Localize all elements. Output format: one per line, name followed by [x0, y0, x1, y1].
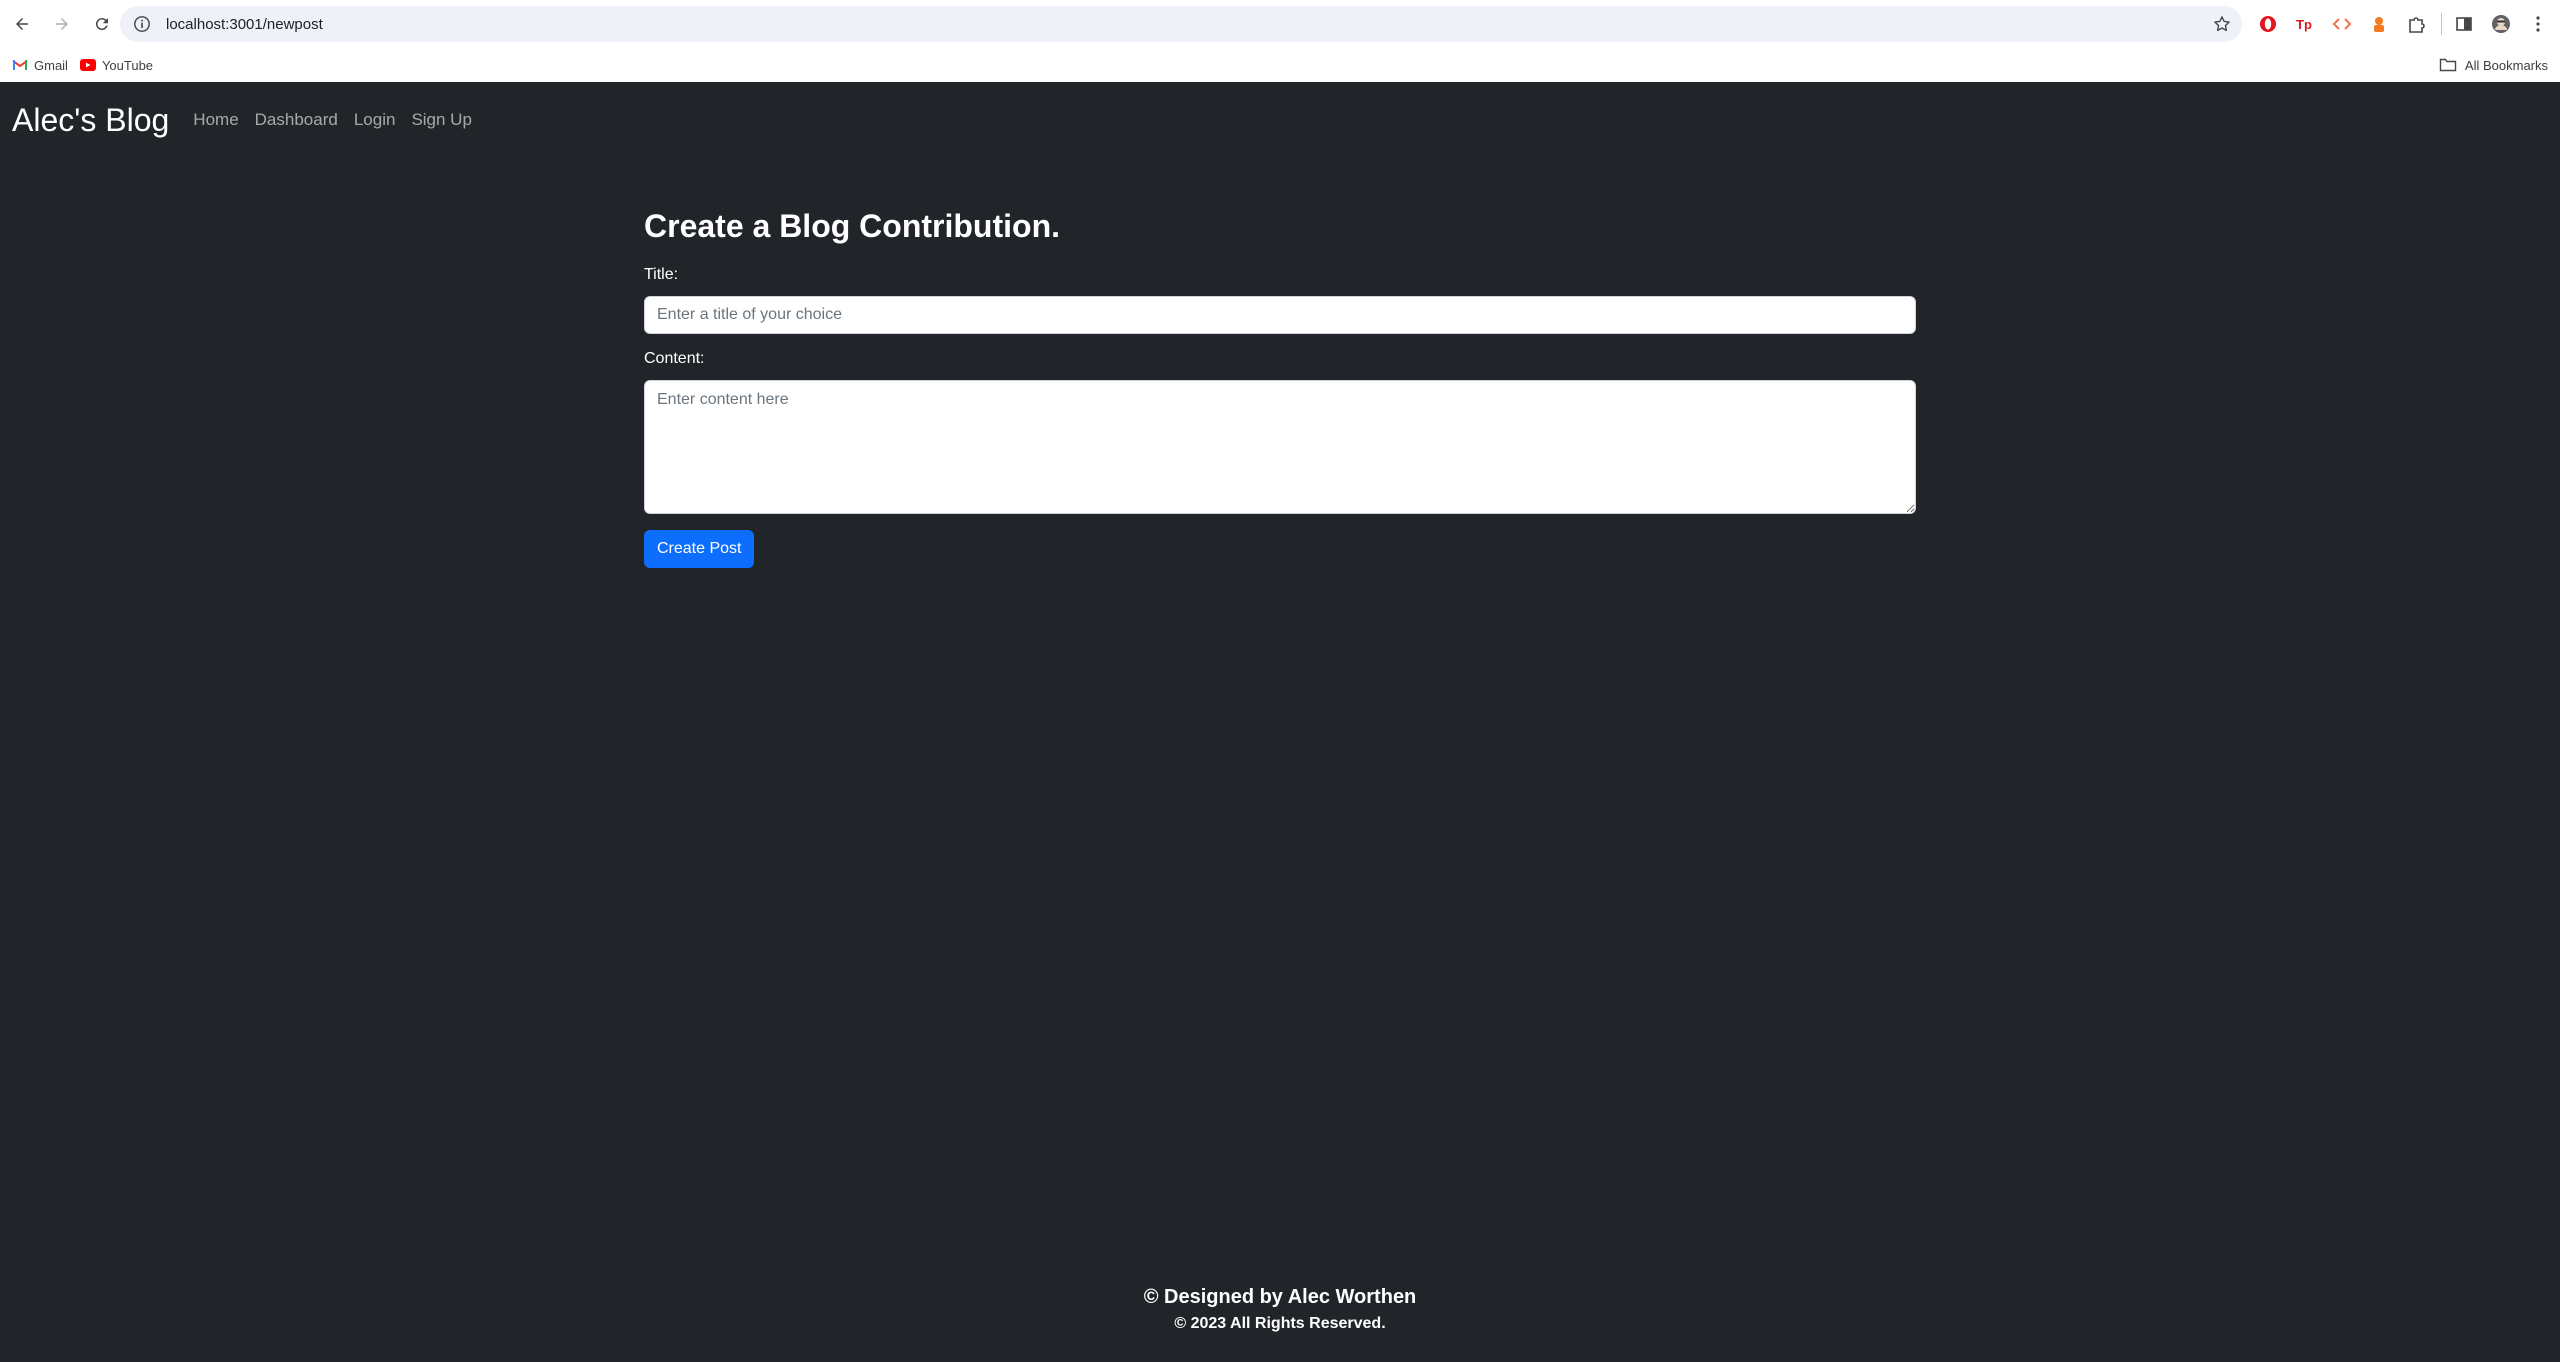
profile-avatar[interactable]	[2487, 10, 2515, 38]
bookmark-gmail[interactable]: Gmail	[12, 58, 68, 73]
puzzle-icon[interactable]	[2402, 10, 2430, 38]
site-info-icon[interactable]	[132, 14, 152, 34]
bookmarks-bar: Gmail YouTube All Bookmarks	[0, 48, 2560, 82]
reload-icon	[95, 18, 108, 31]
code-extension-icon[interactable]	[2328, 10, 2356, 38]
toolbar-separator	[2441, 13, 2442, 35]
bookmark-label: YouTube	[101, 57, 154, 73]
content-textarea[interactable]	[644, 380, 1916, 514]
content-label: Content:	[644, 350, 705, 367]
nav-link-signup[interactable]: Sign Up	[411, 110, 471, 130]
browser-menu-icon[interactable]	[2524, 10, 2552, 38]
all-bookmarks[interactable]: All Bookmarks	[2439, 57, 2548, 73]
address-bar[interactable]: localhost:3001/newpost	[120, 6, 2242, 42]
back-arrow-icon	[16, 18, 28, 30]
site-navbar: Alec's Blog Home Dashboard Login Sign Up	[0, 82, 2560, 158]
new-post-form: Create a Blog Contribution. Title: Conte…	[644, 204, 1916, 568]
nav-link-dashboard[interactable]: Dashboard	[255, 110, 338, 130]
svg-text:Tp: Tp	[2296, 17, 2312, 32]
reload-button[interactable]	[84, 6, 120, 42]
all-bookmarks-label: All Bookmarks	[2464, 57, 2548, 73]
create-post-button[interactable]: Create Post	[644, 530, 755, 568]
page-title: Create a Blog Contribution.	[644, 208, 1060, 244]
site-footer: © Designed by Alec Worthen © 2023 All Ri…	[0, 1282, 2560, 1336]
forward-button[interactable]	[44, 6, 80, 42]
extensions-area: Tp	[2254, 10, 2560, 38]
title-label: Title:	[644, 266, 679, 283]
gmail-icon	[12, 60, 28, 70]
browser-toolbar: localhost:3001/newpost Tp	[0, 0, 2560, 48]
footer-copyright: © 2023 All Rights Reserved.	[1174, 1315, 1386, 1332]
side-panel-icon[interactable]	[2450, 10, 2478, 38]
nav-link-home[interactable]: Home	[193, 110, 238, 130]
nav-link-login[interactable]: Login	[354, 110, 396, 130]
bookmark-star-icon[interactable]	[2212, 14, 2232, 34]
url-text[interactable]: localhost:3001/newpost	[166, 16, 323, 33]
opera-extension-icon[interactable]	[2254, 10, 2282, 38]
extension-orange-icon[interactable]	[2365, 10, 2393, 38]
bookmark-label: Gmail	[34, 57, 68, 73]
folder-icon	[2439, 58, 2457, 72]
forward-arrow-icon	[56, 18, 68, 30]
youtube-icon	[79, 59, 96, 71]
site-brand[interactable]: Alec's Blog	[12, 102, 169, 139]
back-button[interactable]	[4, 6, 40, 42]
bookmark-youtube[interactable]: YouTube	[79, 57, 154, 73]
title-input[interactable]	[644, 296, 1916, 334]
tp-extension-icon[interactable]: Tp	[2291, 10, 2319, 38]
footer-designed-by: © Designed by Alec Worthen	[1143, 1286, 1417, 1308]
